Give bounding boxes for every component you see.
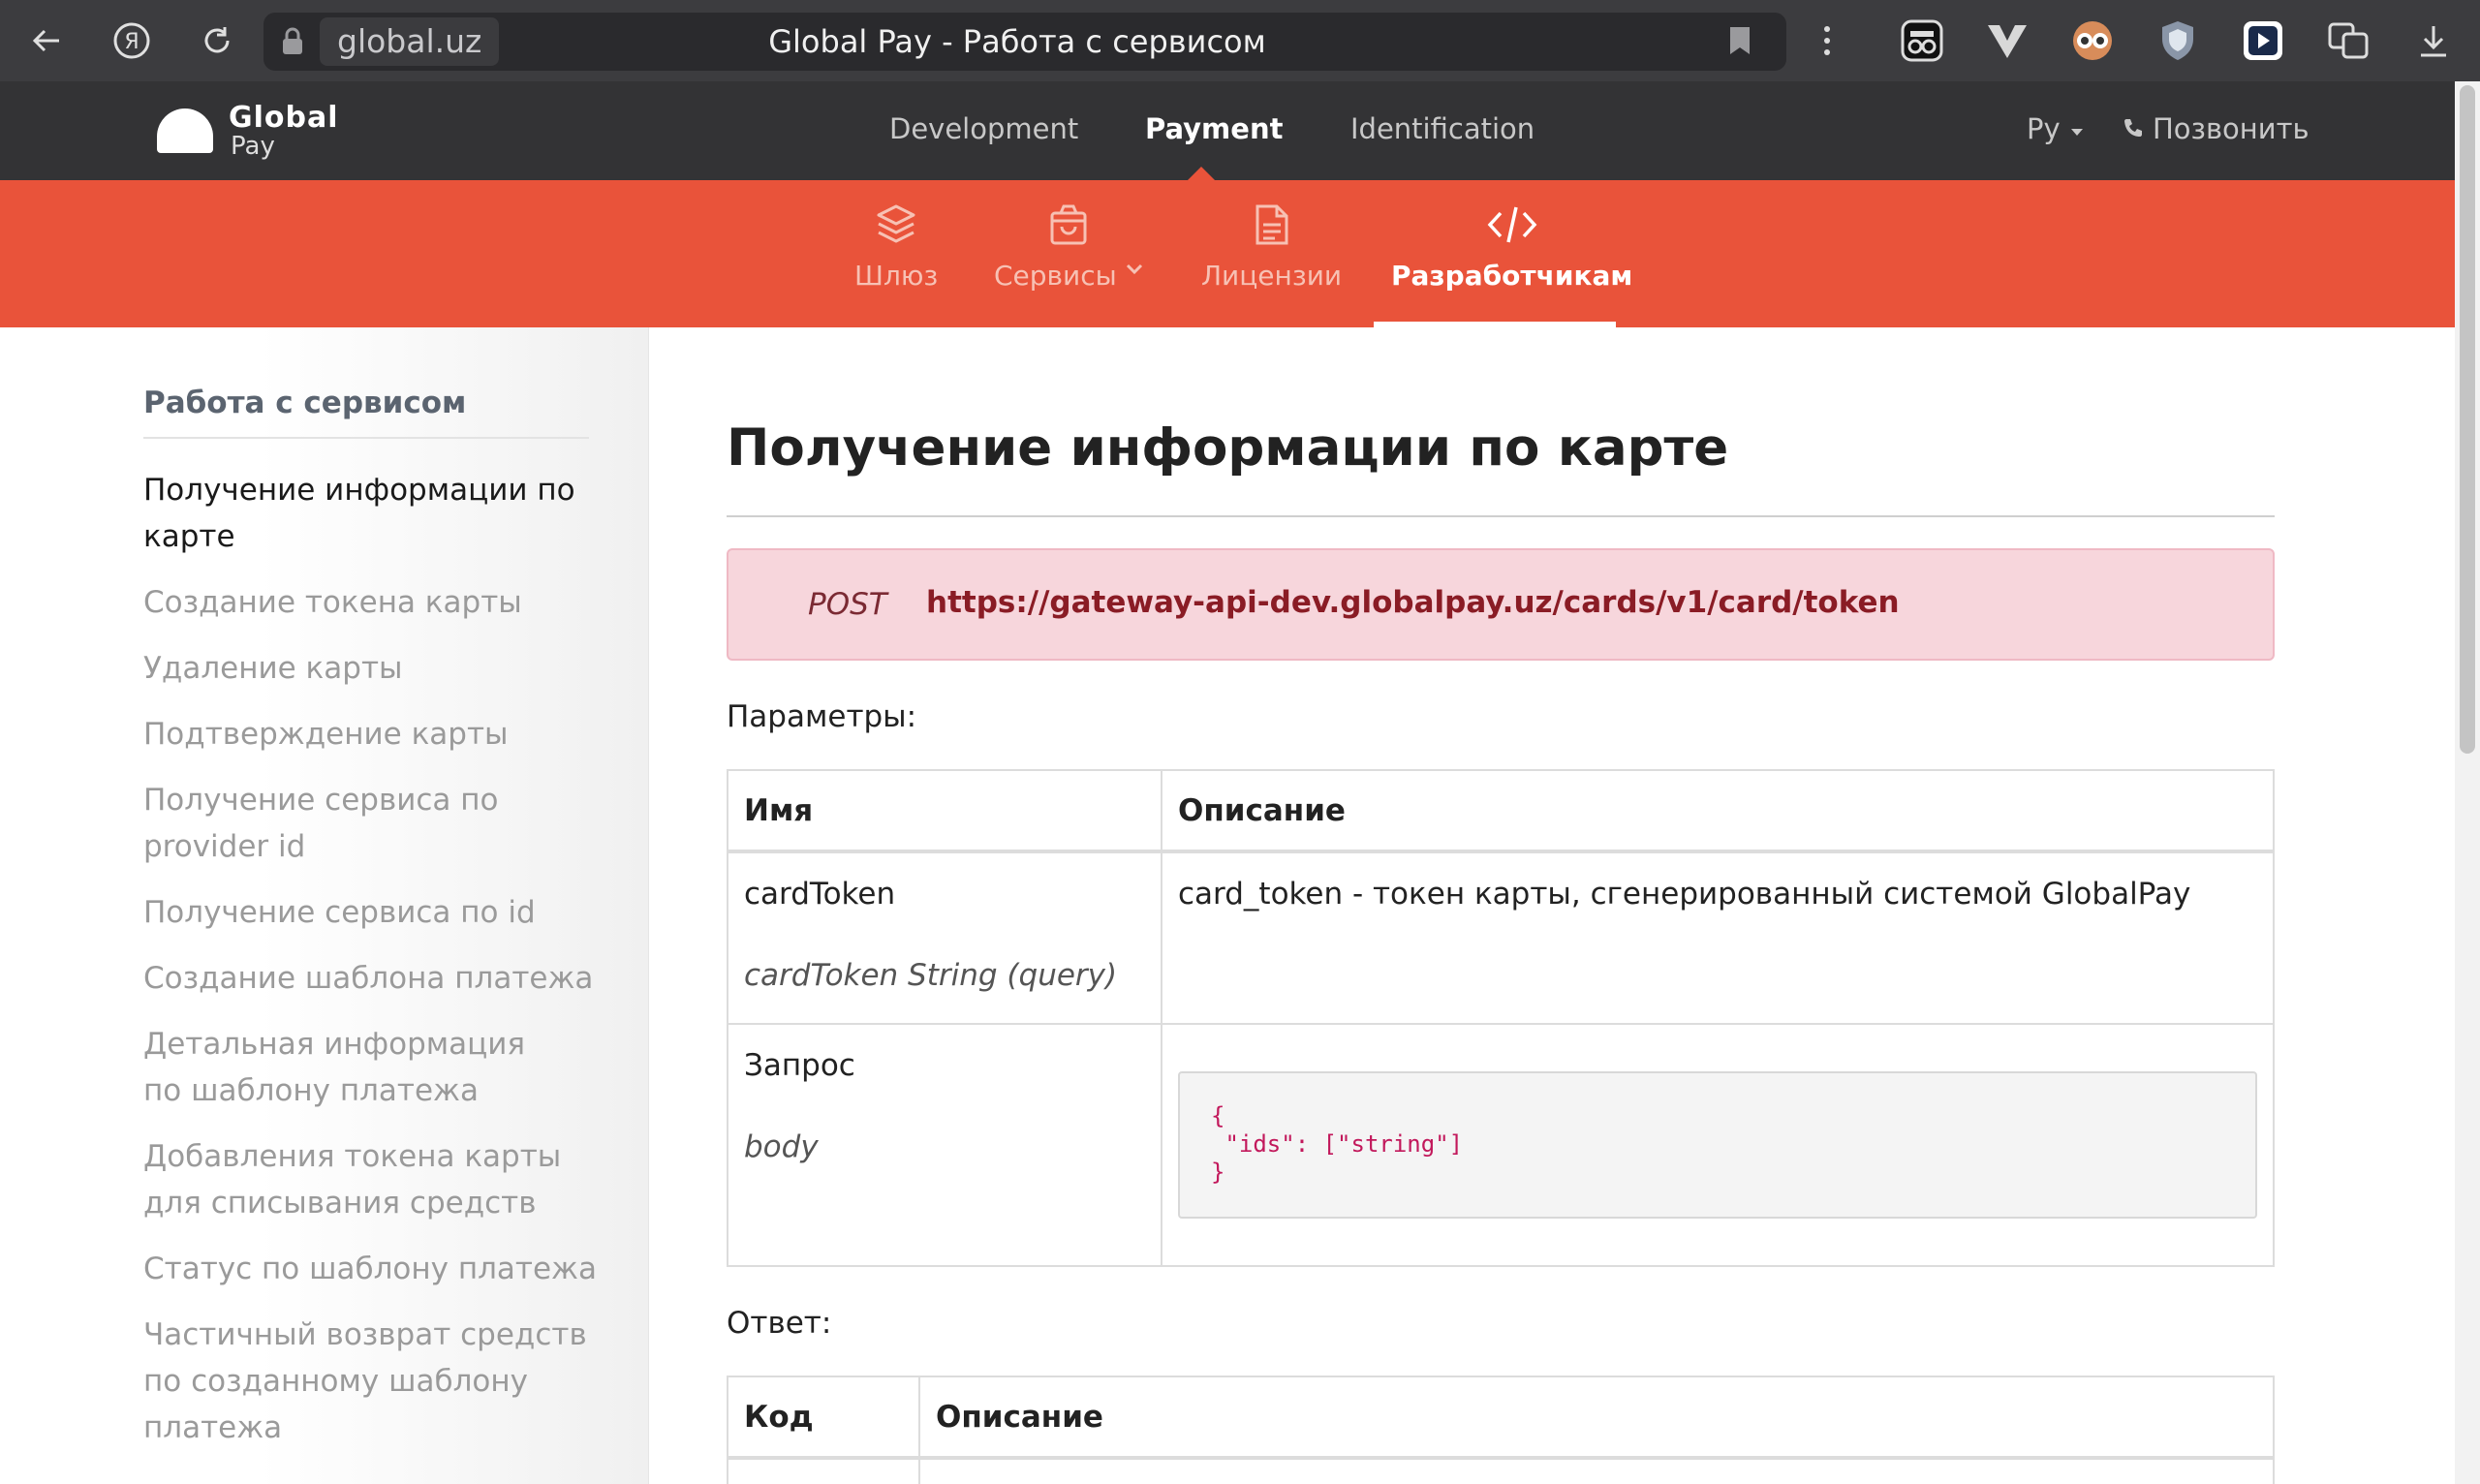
call-label: Позвонить bbox=[2153, 112, 2310, 145]
menu-dots-icon[interactable] bbox=[1802, 15, 1852, 66]
table-row: Запрос body { "ids": ["string"] } bbox=[727, 1023, 2275, 1267]
response-label: Ответ: bbox=[727, 1306, 832, 1341]
bag-icon bbox=[1050, 204, 1087, 245]
extension-incognito-icon[interactable] bbox=[1897, 15, 1947, 66]
language-select[interactable]: Ру bbox=[2027, 112, 2061, 145]
extension-play-icon[interactable] bbox=[2238, 15, 2288, 66]
sidebar-item-template-details[interactable]: Детальная информация по шаблону платежа bbox=[143, 1021, 550, 1114]
table-header-code: Код bbox=[727, 1376, 920, 1460]
lock-icon bbox=[281, 27, 308, 56]
subnav-services-label: Сервисы bbox=[994, 260, 1117, 292]
sidebar-item-card-info[interactable]: Получение информации по карте bbox=[143, 467, 599, 560]
download-icon[interactable] bbox=[2408, 15, 2459, 66]
page-title-text: Global Pay - Работа с сервисом bbox=[768, 23, 1266, 60]
sidebar-item-create-token[interactable]: Создание токена карты bbox=[143, 579, 599, 626]
browser-toolbar: Я global.uz Global Pay - Работа с сервис… bbox=[0, 0, 2480, 81]
heading-divider bbox=[727, 515, 2275, 517]
sidebar-item-delete-card[interactable]: Удаление карты bbox=[143, 645, 599, 692]
table-header-row: Имя Описание bbox=[727, 769, 2275, 853]
extension-translate-icon[interactable] bbox=[2323, 15, 2373, 66]
sidebar-divider bbox=[143, 437, 589, 439]
endpoint-url[interactable]: https://gateway-api-dev.globalpay.uz/car… bbox=[926, 585, 1900, 620]
table-row bbox=[727, 1457, 2275, 1484]
response-code-cell bbox=[727, 1457, 920, 1484]
svg-text:Я: Я bbox=[124, 30, 139, 54]
table-header-description: Описание bbox=[1161, 769, 2275, 853]
param-name-cell: cardToken cardToken String (query) bbox=[727, 850, 1162, 1025]
subnav-licenses[interactable]: Лицензии bbox=[1201, 203, 1342, 292]
request-body-code[interactable]: { "ids": ["string"] } bbox=[1178, 1071, 2257, 1219]
table-header-row: Код Описание bbox=[727, 1376, 2275, 1460]
subnav-licenses-label: Лицензии bbox=[1201, 260, 1343, 292]
document-icon bbox=[1256, 204, 1288, 245]
active-tab-underline bbox=[1374, 322, 1616, 327]
reload-icon[interactable] bbox=[190, 14, 244, 68]
param-name: Запрос bbox=[744, 1048, 855, 1083]
logo-text-global[interactable]: Global bbox=[229, 101, 339, 135]
table-header-description: Описание bbox=[918, 1376, 2275, 1460]
code-icon bbox=[1487, 206, 1536, 243]
subnav-gateway[interactable]: Шлюз bbox=[854, 203, 938, 292]
sidebar-item-template-status[interactable]: Статус по шаблону платежа bbox=[143, 1246, 599, 1292]
logo-text-pay[interactable]: Pay bbox=[231, 132, 275, 161]
param-code-cell: { "ids": ["string"] } bbox=[1161, 1023, 2275, 1267]
param-description-cell: card_token - токен карты, сгенерированны… bbox=[1161, 850, 2275, 1025]
chevron-down-icon bbox=[1126, 263, 1142, 274]
active-nav-caret bbox=[1188, 167, 1215, 180]
page-heading: Получение информации по карте bbox=[727, 418, 1729, 478]
sidebar-item-add-card-token[interactable]: Добавления токена карты для списывания с… bbox=[143, 1133, 589, 1226]
params-table: Имя Описание cardToken cardToken String … bbox=[727, 769, 2275, 1267]
param-name: cardToken bbox=[744, 877, 896, 912]
sidebar-item-service-by-provider[interactable]: Получение сервиса по provider id bbox=[143, 777, 512, 870]
param-name-cell: Запрос body bbox=[727, 1023, 1162, 1267]
nav-development[interactable]: Development bbox=[889, 112, 1078, 145]
bookmark-icon[interactable] bbox=[1715, 15, 1765, 66]
sidebar-title: Работа с сервисом bbox=[143, 386, 467, 420]
sidebar-item-partial-refund[interactable]: Частичный возврат средств по созданному … bbox=[143, 1312, 608, 1451]
call-button[interactable]: Позвонить bbox=[2122, 112, 2310, 145]
nav-identification[interactable]: Identification bbox=[1350, 112, 1534, 145]
back-arrow-icon[interactable] bbox=[19, 14, 74, 68]
phone-icon bbox=[2124, 119, 2142, 137]
nav-payment[interactable]: Payment bbox=[1145, 112, 1283, 145]
extension-v-icon[interactable] bbox=[1982, 15, 2032, 66]
scrollbar-thumb[interactable] bbox=[2460, 85, 2475, 754]
sidebar-item-service-by-id[interactable]: Получение сервиса по id bbox=[143, 889, 599, 936]
extension-shield-icon[interactable] bbox=[2153, 15, 2203, 66]
subnav-developers[interactable]: Разработчикам bbox=[1391, 203, 1632, 292]
table-row: cardToken cardToken String (query) card_… bbox=[727, 850, 2275, 1025]
chevron-down-icon[interactable] bbox=[2071, 129, 2083, 136]
table-header-name: Имя bbox=[727, 769, 1162, 853]
extension-owl-icon[interactable] bbox=[2067, 15, 2118, 66]
subnav-developers-label: Разработчикам bbox=[1391, 260, 1633, 292]
param-description: card_token - токен карты, сгенерированны… bbox=[1178, 877, 2191, 912]
response-description-cell bbox=[918, 1457, 2275, 1484]
subnav-gateway-label: Шлюз bbox=[854, 260, 939, 292]
param-type: cardToken String (query) bbox=[744, 958, 1118, 993]
address-domain[interactable]: global.uz bbox=[320, 17, 500, 66]
params-label: Параметры: bbox=[727, 699, 917, 734]
response-table: Код Описание bbox=[727, 1376, 2275, 1484]
param-type: body bbox=[744, 1129, 819, 1164]
http-method: POST bbox=[808, 587, 887, 622]
sidebar-item-confirm-card[interactable]: Подтверждение карты bbox=[143, 711, 599, 757]
sidebar-item-create-template[interactable]: Создание шаблона платежа bbox=[143, 955, 599, 1002]
yandex-icon[interactable]: Я bbox=[105, 14, 159, 68]
layers-icon bbox=[877, 204, 915, 243]
subnav-services-row: Сервисы bbox=[994, 260, 1144, 292]
subnav-services[interactable]: Сервисы bbox=[994, 203, 1144, 292]
